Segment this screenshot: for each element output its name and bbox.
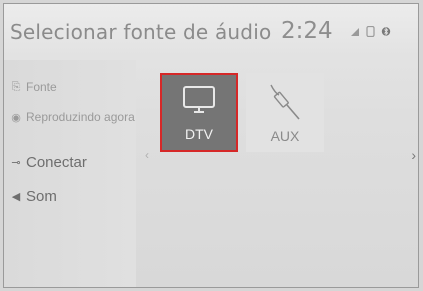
sidebar-menu: ⎘ Fonte ◉ Reproduzindo agora ⊸ Conectar …: [4, 60, 136, 287]
signal-icon: [350, 27, 360, 40]
header-bar: Selecionar fonte de áudio 2:24: [4, 4, 418, 56]
phone-icon: [366, 25, 375, 40]
status-icons: [350, 25, 391, 40]
sidebar-item-label: Fonte: [26, 80, 57, 94]
chevron-right-icon[interactable]: ›: [411, 147, 416, 163]
bluetooth-icon: [381, 26, 391, 40]
sidebar-item-reproduzindo-agora[interactable]: ◉ Reproduzindo agora: [10, 110, 135, 124]
aux-cable-icon: [267, 83, 303, 128]
source-tile-aux[interactable]: AUX: [246, 73, 324, 152]
audio-source-screen: Selecionar fonte de áudio 2:24 ⎘ Fonte ◉…: [3, 3, 419, 288]
page-title: Selecionar fonte de áudio: [10, 20, 272, 44]
source-tile-dtv[interactable]: DTV: [160, 73, 238, 152]
sidebar-item-label: Reproduzindo agora: [26, 110, 135, 124]
sidebar-item-label: Som: [26, 188, 57, 205]
chevron-left-icon[interactable]: ‹: [145, 148, 149, 162]
connect-icon: ⊸: [11, 157, 21, 169]
sidebar-item-fonte[interactable]: ⎘ Fonte: [10, 80, 57, 94]
speaker-icon: ◀: [11, 191, 21, 203]
source-label-aux: AUX: [270, 128, 300, 144]
sidebar-item-conectar[interactable]: ⊸ Conectar: [10, 154, 87, 171]
source-icon: ⎘: [11, 80, 21, 93]
now-playing-icon: ◉: [11, 111, 21, 124]
sidebar-item-som[interactable]: ◀ Som: [10, 188, 57, 205]
tv-icon: [182, 85, 216, 120]
clock: 2:24: [281, 18, 333, 44]
source-label-dtv: DTV: [185, 126, 213, 142]
sidebar-item-label: Conectar: [26, 154, 87, 171]
